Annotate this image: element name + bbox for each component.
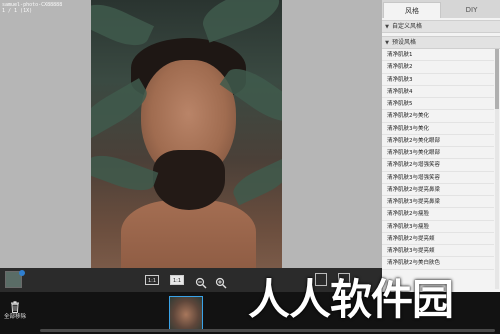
style-item[interactable]: 清净肌肤2与美化眼部 xyxy=(382,135,494,147)
portrait-photo xyxy=(91,0,282,268)
group-preset-label: 预设风格 xyxy=(392,39,417,46)
watermark-text: 人人软件园 xyxy=(248,275,454,324)
filmstrip-thumbnail[interactable] xyxy=(169,296,203,330)
tab-styles[interactable]: 风格 xyxy=(383,2,441,18)
image-badge-icon xyxy=(19,270,25,276)
style-item[interactable]: 清净肌肤3与增强笑容 xyxy=(382,172,494,184)
style-item[interactable]: 清净肌肤1 xyxy=(382,49,494,62)
leaf-shape xyxy=(91,148,159,198)
file-info-text: samuel-photo-CX88888 1 / 1 (1X) xyxy=(2,2,63,14)
style-item[interactable]: 清净肌肤2与提亮颊 xyxy=(382,233,494,245)
style-item[interactable]: 清净肌肤5 xyxy=(382,98,494,111)
zoom-out-icon[interactable] xyxy=(195,274,207,289)
style-item[interactable]: 清净肌肤3与瘦脸 xyxy=(382,221,494,233)
chevron-down-icon: ▼ xyxy=(385,40,389,46)
actual-size-button[interactable]: 1:1 xyxy=(170,275,184,285)
app-window: samuel-photo-CX88888 1 / 1 (1X) 1:1 1:1 … xyxy=(0,0,500,334)
group-custom-label: 自定义风格 xyxy=(392,23,423,30)
panel-scroll-thumb[interactable] xyxy=(495,49,499,109)
leaf-shape xyxy=(197,0,282,43)
trash-icon xyxy=(11,301,19,313)
remove-all-label: 全部移除 xyxy=(3,314,26,320)
style-item[interactable]: 清净肌肤3与提亮颊 xyxy=(382,245,494,258)
style-item[interactable]: 清净肌肤2与提亮鼻梁 xyxy=(382,184,494,196)
style-item[interactable]: 清净肌肤2 xyxy=(382,61,494,74)
style-item[interactable]: 清净肌肤2与增强笑容 xyxy=(382,159,494,172)
neck-shape xyxy=(121,200,256,268)
style-item[interactable]: 清净肌肤4 xyxy=(382,86,494,98)
image-canvas[interactable]: samuel-photo-CX88888 1 / 1 (1X) xyxy=(0,0,382,268)
group-preset-styles[interactable]: ▼ 预设风格 xyxy=(382,36,500,49)
style-item[interactable]: 清净肌肤3与美化眼部 xyxy=(382,147,494,160)
style-list: 清净肌肤1 清净肌肤2 清净肌肤3 清净肌肤4 清净肌肤5 清净肌肤2与美化 清… xyxy=(382,49,494,270)
style-panel: 风格 DIY ▼ 自定义风格 ▼ 预设风格 清净肌肤1 清净肌肤2 清净肌肤3 清净… xyxy=(382,0,500,292)
panel-tabs: 风格 DIY xyxy=(382,0,500,18)
style-item[interactable]: 清净肌肤2与瘦脸 xyxy=(382,208,494,221)
style-item[interactable]: 清净肌肤3与美化 xyxy=(382,123,494,135)
tab-diy[interactable]: DIY xyxy=(443,2,500,18)
beard-shape xyxy=(153,150,225,210)
leaf-shape xyxy=(228,158,282,206)
group-custom-styles[interactable]: ▼ 自定义风格 xyxy=(382,20,500,33)
zoom-in-icon[interactable] xyxy=(215,274,227,289)
style-item[interactable]: 清净肌肤2与美化 xyxy=(382,110,494,123)
leaf-shape xyxy=(91,0,155,54)
fit-to-window-button[interactable]: 1:1 xyxy=(145,275,159,285)
style-item[interactable]: 清净肌肤3与提亮鼻梁 xyxy=(382,196,494,209)
style-item[interactable]: 清净肌肤3 xyxy=(382,74,494,86)
chevron-down-icon: ▼ xyxy=(385,24,389,30)
remove-all-button[interactable]: 全部移除 xyxy=(0,296,30,330)
